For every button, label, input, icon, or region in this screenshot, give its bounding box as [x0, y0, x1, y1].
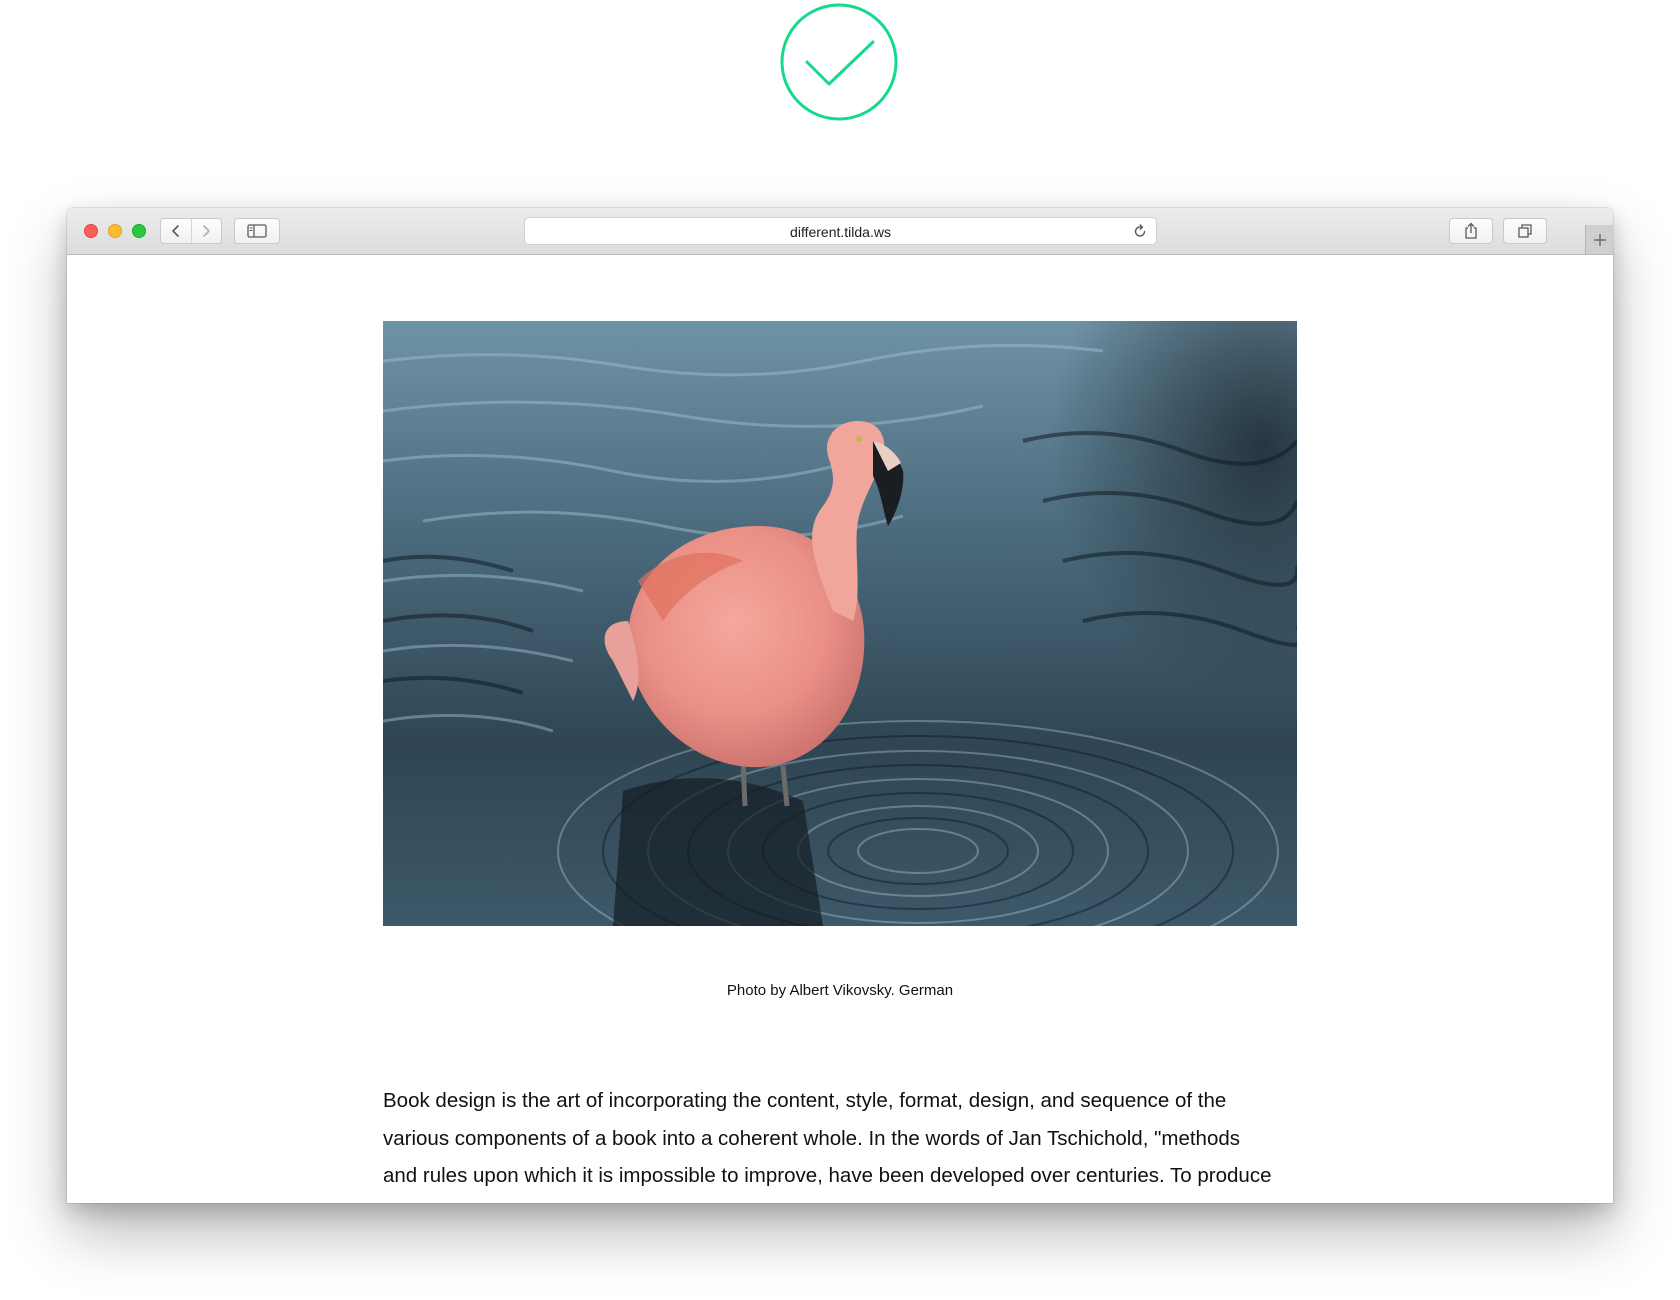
page-content: Photo by Albert Vikovsky. German Book de…: [67, 255, 1613, 1203]
navigation-buttons: [160, 218, 222, 244]
back-button[interactable]: [161, 219, 191, 243]
tabs-overview-button[interactable]: [1503, 218, 1547, 244]
share-button[interactable]: [1449, 218, 1493, 244]
checkmark-icon: [780, 3, 898, 121]
stage: different.tilda.ws Photo by Albert Vikov…: [0, 0, 1680, 1300]
new-tab-button[interactable]: [1585, 225, 1613, 254]
minimize-window-button[interactable]: [108, 224, 122, 238]
flamingo-photo: [383, 321, 1297, 926]
browser-toolbar: different.tilda.ws: [67, 208, 1613, 255]
reload-icon[interactable]: [1132, 223, 1148, 239]
chevron-right-icon: [203, 225, 211, 237]
plus-icon: [1593, 233, 1606, 246]
sidebar-icon: [247, 224, 267, 238]
forward-button[interactable]: [190, 219, 222, 243]
tabs-overview-icon: [1518, 224, 1532, 238]
flamingo-illustration: [383, 321, 1297, 926]
share-icon: [1465, 222, 1477, 239]
browser-window: different.tilda.ws Photo by Albert Vikov…: [67, 208, 1613, 1203]
photo-caption: Photo by Albert Vikovsky. German: [726, 982, 954, 999]
sidebar-button[interactable]: [234, 218, 280, 244]
chevron-left-icon: [171, 225, 179, 237]
maximize-window-button[interactable]: [132, 224, 146, 238]
close-window-button[interactable]: [84, 224, 98, 238]
address-bar[interactable]: different.tilda.ws: [524, 217, 1157, 245]
article-body: Book design is the art of incorporating …: [383, 1089, 1272, 1187]
url-text: different.tilda.ws: [790, 224, 891, 240]
